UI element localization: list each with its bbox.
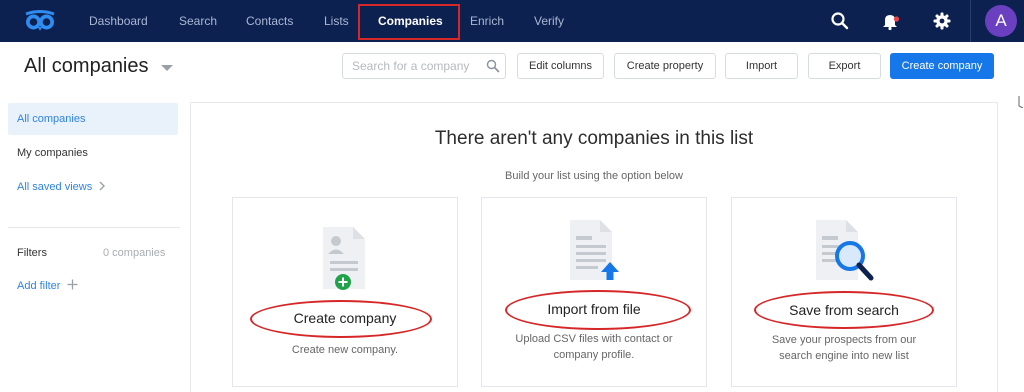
sidebar-divider <box>8 227 180 228</box>
card-description-line: search engine into new list <box>779 350 909 362</box>
export-button[interactable]: Export <box>808 53 881 79</box>
document-search-icon <box>816 220 874 281</box>
nav-companies[interactable]: Companies <box>378 0 443 42</box>
nav-dashboard[interactable]: Dashboard <box>89 0 148 42</box>
card-description: Upload CSV files with contact or company… <box>502 331 686 363</box>
card-description: Save your prospects from our search engi… <box>752 332 936 364</box>
nav-verify[interactable]: Verify <box>534 0 564 42</box>
card-title: Save from search <box>789 302 899 318</box>
search-icon[interactable] <box>830 11 850 31</box>
card-title: Create company <box>293 310 397 326</box>
card-description-line: Create new company. <box>291 344 399 356</box>
create-company-button[interactable]: Create company <box>890 53 994 79</box>
company-search-input[interactable] <box>343 54 483 78</box>
document-plus-icon <box>323 227 365 290</box>
scrollbar-handle[interactable] <box>1018 96 1024 108</box>
plus-icon <box>67 279 78 290</box>
empty-state-title: There aren't any companies in this list <box>434 128 754 149</box>
card-description-line: company profile. <box>553 349 635 361</box>
add-filter-label: Add filter <box>17 280 61 292</box>
add-filter-button[interactable]: Add filter <box>17 279 78 292</box>
empty-state-subtitle: Build your list using the option below <box>505 170 683 182</box>
bell-icon[interactable] <box>880 11 900 31</box>
nav-enrich[interactable]: Enrich <box>470 0 504 42</box>
document-upload-icon <box>570 220 619 280</box>
import-button[interactable]: Import <box>725 53 798 79</box>
create-company-card[interactable]: Create company Create new company. <box>232 197 458 387</box>
nav-contacts[interactable]: Contacts <box>246 0 293 42</box>
card-description-line: Upload CSV files with contact or <box>515 333 673 345</box>
chevron-down-icon[interactable] <box>161 65 173 71</box>
sidebar-item-label: All saved views <box>17 181 93 193</box>
card-title: Import from file <box>547 301 641 317</box>
edit-columns-button[interactable]: Edit columns <box>517 53 604 79</box>
card-description: Create new company. <box>253 342 437 358</box>
user-avatar[interactable]: A <box>985 5 1017 37</box>
import-from-file-card[interactable]: Import from file Upload CSV files with c… <box>481 197 707 387</box>
nav-lists[interactable]: Lists <box>324 0 349 42</box>
save-from-search-card[interactable]: Save from search Save your prospects fro… <box>731 197 957 387</box>
create-property-button[interactable]: Create property <box>614 53 716 79</box>
filters-label: Filters <box>17 247 47 259</box>
filters-count: 0 companies <box>103 247 166 259</box>
company-search-box <box>342 53 506 79</box>
nav-divider <box>970 0 971 42</box>
nav-search[interactable]: Search <box>179 0 217 42</box>
top-nav: Dashboard Search Contacts Lists Companie… <box>0 0 1024 42</box>
chevron-right-icon <box>99 181 106 191</box>
page-title[interactable]: All companies <box>24 55 149 78</box>
owl-logo-icon[interactable] <box>24 10 56 32</box>
search-icon[interactable] <box>486 59 500 73</box>
card-description-line: Save your prospects from our <box>771 334 917 346</box>
gear-icon[interactable] <box>932 11 952 31</box>
